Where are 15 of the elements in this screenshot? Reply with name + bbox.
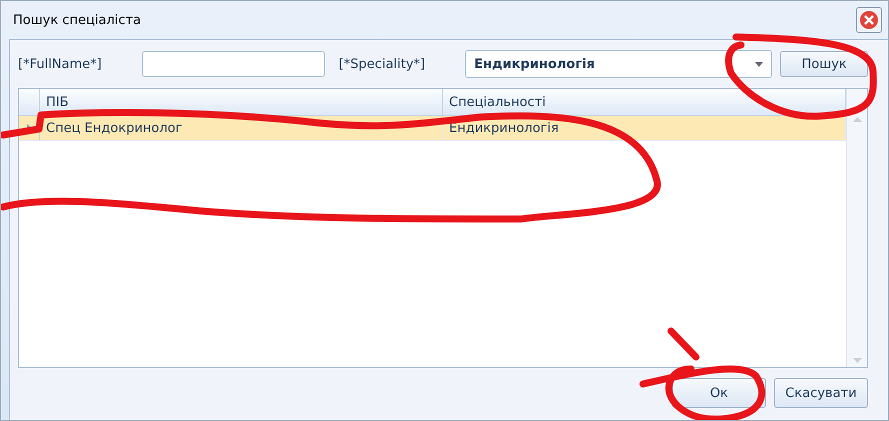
fullname-field[interactable] — [142, 51, 325, 77]
window-title: Пошук спеціаліста — [13, 12, 141, 28]
close-button[interactable] — [856, 7, 882, 33]
dialog-button[interactable]: Скасувати — [774, 378, 868, 408]
column-header[interactable]: ПІБ — [40, 89, 443, 115]
speciality-label: [*Speciality*] — [338, 56, 426, 72]
scroll-down-icon — [852, 358, 862, 363]
dropdown-caret-icon — [755, 62, 764, 66]
scrollbar[interactable] — [846, 89, 867, 367]
scroll-up-icon — [852, 117, 862, 122]
search-button[interactable]: Пошук — [780, 51, 868, 77]
close-icon — [859, 10, 879, 30]
speciality-dropdown[interactable]: Ендикринологія — [465, 50, 772, 78]
table-cell: Спец Ендокринолог — [40, 116, 443, 140]
fullname-label: [*FullName*] — [18, 56, 102, 72]
